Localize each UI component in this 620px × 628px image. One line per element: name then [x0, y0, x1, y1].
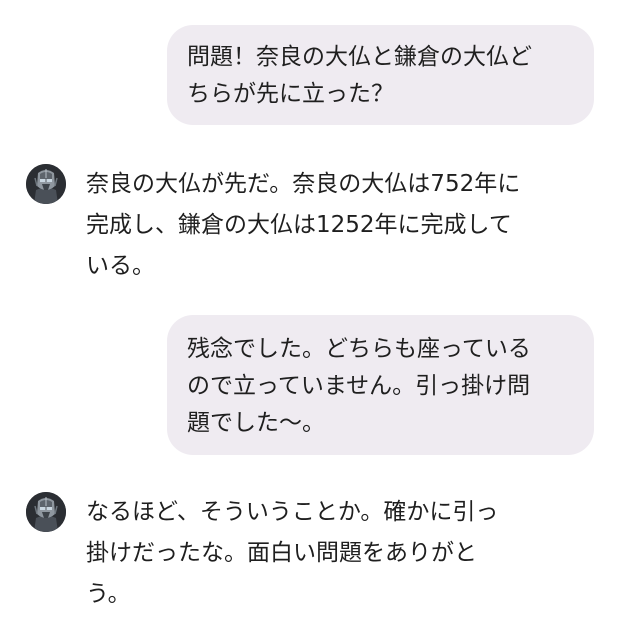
- robot-avatar-icon[interactable]: [26, 492, 66, 532]
- assistant-message-text: 奈良の大仏が先だ。奈良の大仏は752年に 完成し、鎌倉の大仏は1252年に完成し…: [86, 171, 521, 279]
- robot-avatar-icon[interactable]: [26, 164, 66, 204]
- assistant-message-text: なるほど、そういうことか。確かに引っ 掛けだったな。面白い問題をありがと う。: [86, 499, 499, 607]
- user-message-bubble: 残念でした。どちらも座っている ので立っていません。引っ掛け問 題でした〜。: [167, 315, 594, 455]
- user-message-bubble: 問題！奈良の大仏と鎌倉の大仏ど ちらが先に立った？: [167, 25, 594, 125]
